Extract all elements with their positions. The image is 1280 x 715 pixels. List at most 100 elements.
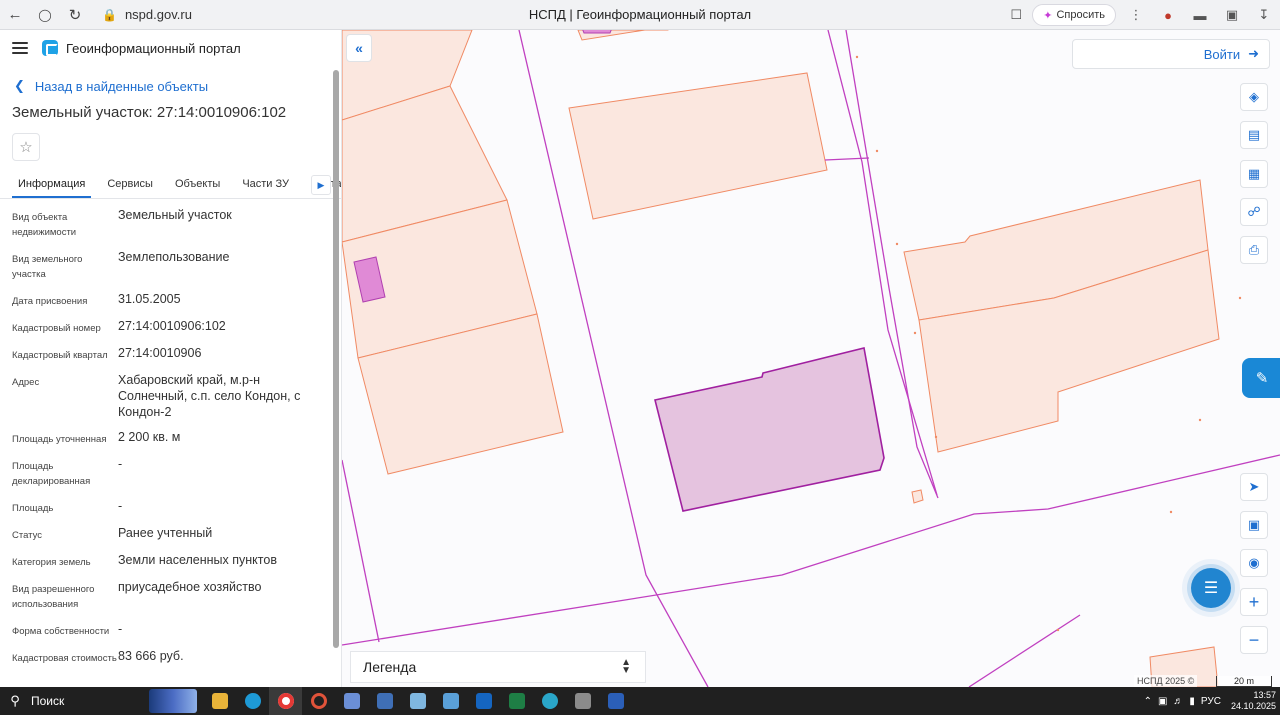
selected-parcel — [654, 347, 885, 512]
volume-icon[interactable]: ♬ — [1173, 696, 1183, 707]
geolocation-icon[interactable]: ➤ — [1240, 473, 1268, 501]
property-value: - — [118, 499, 123, 513]
login-button[interactable]: Войти ➜ — [1072, 39, 1270, 69]
property-label: Площадь декларированная — [12, 461, 91, 487]
ask-button[interactable]: ✦ Спросить — [1032, 4, 1116, 26]
portal-logo-icon — [42, 40, 58, 56]
date: 24.10.2025 — [1230, 701, 1276, 711]
language-indicator[interactable]: РУС — [1201, 696, 1221, 707]
share-icon[interactable]: ☍ — [1240, 198, 1268, 226]
scrollbar-thumb[interactable] — [333, 70, 339, 648]
map-attribution: НСПД 2025 © — [1134, 675, 1198, 687]
search-location-icon[interactable]: ◉ — [1240, 549, 1268, 577]
object-info-panel: Геоинформационный портал ❮ Назад в найде… — [0, 30, 342, 687]
menu-icon[interactable] — [12, 42, 28, 54]
sparkle-icon: ✦ — [1043, 9, 1053, 22]
legend-bar[interactable]: Легенда ▲ ▼ — [350, 651, 646, 683]
property-row: Вид земельного участка Землепользование — [12, 249, 329, 282]
opera-icon[interactable] — [302, 687, 335, 715]
app-icon[interactable] — [566, 687, 599, 715]
app-icon[interactable] — [434, 687, 467, 715]
minimap-icon[interactable]: ▣ — [1240, 511, 1268, 539]
collections-icon[interactable]: ▣ — [1216, 0, 1248, 30]
chevron-left-icon: ❮ — [14, 78, 25, 93]
area-select-icon[interactable]: ▦ — [1240, 160, 1268, 188]
login-icon: ➜ — [1248, 46, 1259, 61]
zoom-in-icon[interactable]: + — [1240, 588, 1268, 616]
app-icon[interactable] — [533, 687, 566, 715]
cadastral-map — [342, 30, 1280, 687]
print-icon[interactable]: ⎙ — [1240, 236, 1268, 264]
back-arrow-icon[interactable]: ← — [0, 0, 30, 30]
chevron-up-icon[interactable]: ⌃ — [1144, 696, 1152, 707]
layers-icon[interactable]: ◈ — [1240, 83, 1268, 111]
panel-header: Геоинформационный портал — [0, 30, 341, 66]
reload-icon[interactable]: ↻ — [60, 0, 90, 30]
collapse-panel-button[interactable]: « — [346, 34, 372, 62]
property-value: Хабаровский край, м.р-н Солнечный, с.п. … — [118, 373, 301, 419]
time: 13:57 — [1253, 690, 1276, 700]
app-icon[interactable] — [401, 687, 434, 715]
property-label: Адрес — [12, 377, 40, 388]
chat-button[interactable]: ☰ — [1191, 568, 1231, 608]
yandex-icon[interactable]: ◯ — [30, 0, 60, 30]
clock[interactable]: 13:57 24.10.2025 — [1231, 690, 1276, 712]
yandex-browser-icon[interactable] — [269, 687, 302, 715]
property-row: Дата присвоения 31.05.2005 — [12, 291, 329, 309]
property-label: Площадь — [12, 503, 54, 514]
property-label: Статус — [12, 530, 43, 541]
search-highlight-image — [149, 689, 197, 713]
address-bar[interactable]: 🔒 nspd.gov.ru — [94, 4, 200, 26]
property-label: Кадастровая стоимость — [12, 653, 117, 664]
search-icon[interactable]: ⚲ — [7, 693, 23, 709]
map-scale: 20 m — [1216, 676, 1272, 687]
property-label: Площадь уточненная — [12, 434, 107, 445]
legend-label: Легенда — [363, 659, 417, 675]
taskbar-search[interactable]: Поиск — [31, 694, 149, 708]
zoom-out-icon[interactable]: − — [1240, 626, 1268, 654]
property-value: 31.05.2005 — [118, 292, 181, 306]
property-row: Площадь декларированная - — [12, 456, 329, 489]
network-icon[interactable]: ▣ — [1158, 696, 1167, 707]
ruler-icon[interactable]: ▤ — [1240, 121, 1268, 149]
property-row: Адрес Хабаровский край, м.р-н Солнечный,… — [12, 372, 329, 420]
property-value: 2 200 кв. м — [118, 430, 181, 444]
tab-services[interactable]: Сервисы — [101, 178, 159, 198]
back-to-results-link[interactable]: ❮ Назад в найденные объекты — [0, 76, 341, 96]
tabs-scroll-right-icon[interactable]: ▶ — [311, 175, 331, 195]
property-row: Кадастровая стоимость 83 666 руб. — [12, 648, 329, 666]
tab-information[interactable]: Информация — [12, 178, 92, 198]
more-menu-icon[interactable]: ⋮ — [1120, 0, 1152, 30]
battery-icon[interactable]: ▮ — [1189, 696, 1195, 707]
property-value: Земли населенных пунктов — [118, 553, 277, 567]
parcel — [911, 489, 924, 504]
lock-icon: 🔒 — [102, 7, 117, 22]
property-row: Статус Ранее учтенный — [12, 525, 329, 543]
property-row: Площадь уточненная 2 200 кв. м — [12, 429, 329, 447]
favorite-star-icon[interactable]: ☆ — [12, 133, 40, 161]
edge-icon[interactable] — [236, 687, 269, 715]
property-label: Вид разрешенного использования — [12, 584, 95, 610]
panel-scrollbar[interactable] — [333, 70, 339, 685]
download-icon[interactable]: ↧ — [1248, 0, 1280, 30]
bookmark-icon[interactable]: ☐ — [1000, 0, 1032, 30]
property-value: - — [118, 622, 123, 636]
feedback-side-tab[interactable]: ✎ — [1242, 358, 1280, 398]
browser-toolbar: ← ◯ ↻ 🔒 nspd.gov.ru НСПД | Геоинформацио… — [0, 0, 1280, 30]
app-icon[interactable] — [467, 687, 500, 715]
property-value: - — [118, 457, 123, 471]
quarter-boundary — [968, 614, 1081, 687]
extension-icon[interactable]: ● — [1152, 0, 1184, 30]
file-explorer-icon[interactable] — [203, 687, 236, 715]
property-row: Категория земель Земли населенных пункто… — [12, 552, 329, 570]
map-view[interactable]: « Войти ➜ ◈ ▤ ▦ ☍ ⎙ ✎ ➤ ▣ ◉ + − ☰ Легенд… — [342, 30, 1280, 687]
excel-icon[interactable] — [500, 687, 533, 715]
tab-objects[interactable]: Объекты — [169, 178, 226, 198]
app-icon[interactable] — [368, 687, 401, 715]
tab-parts[interactable]: Части ЗУ — [236, 178, 295, 198]
url-text: nspd.gov.ru — [124, 7, 192, 22]
app-icon[interactable] — [335, 687, 368, 715]
word-icon[interactable] — [599, 687, 632, 715]
back-link-label: Назад в найденные объекты — [34, 78, 209, 94]
downloads-icon[interactable]: ▬ — [1184, 0, 1216, 30]
